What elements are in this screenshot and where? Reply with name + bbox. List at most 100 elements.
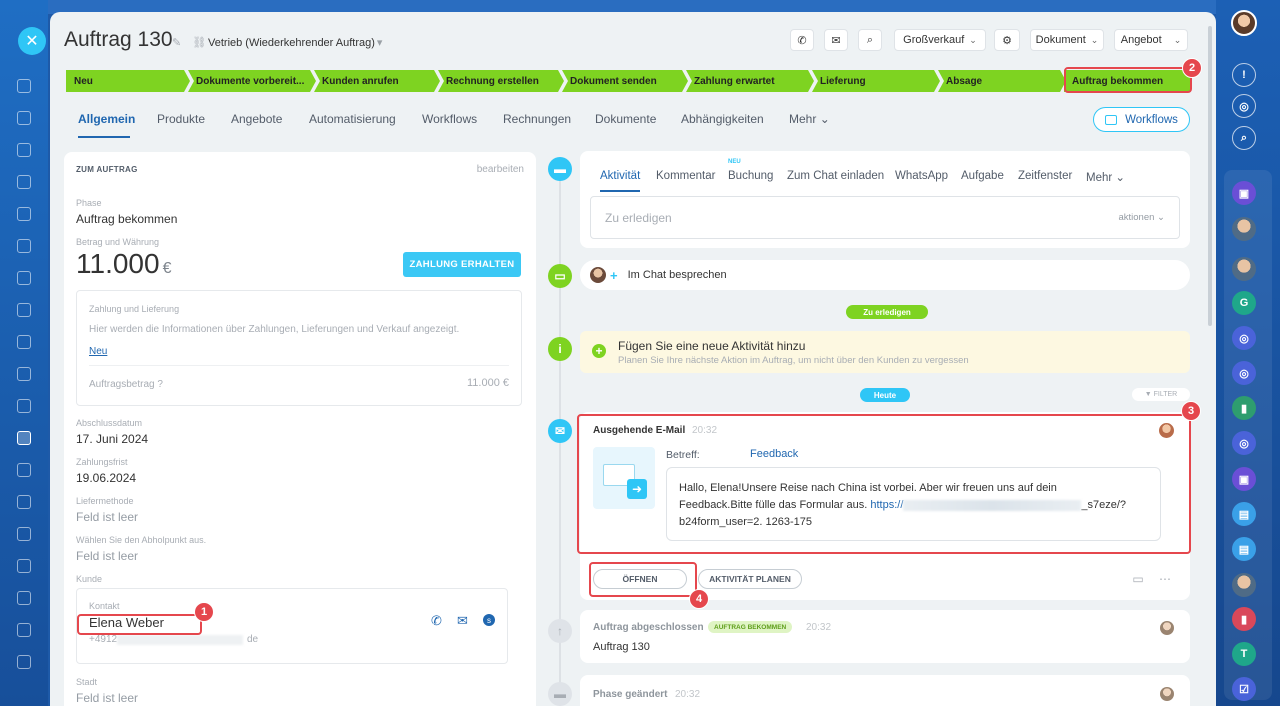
stage-zahlung[interactable]: Zahlung erwartet: [686, 70, 814, 92]
filter-icon: ▼: [1144, 391, 1152, 398]
card-icon[interactable]: ▤: [1232, 537, 1256, 561]
tab-abhaengigkeiten[interactable]: Abhängigkeiten: [681, 112, 764, 126]
menu-icon[interactable]: [0, 390, 48, 422]
menu-icon[interactable]: [0, 102, 48, 134]
channel-icon[interactable]: ◎: [1232, 326, 1256, 350]
contact-avatar[interactable]: [1232, 217, 1256, 241]
phase-value: Auftrag bekommen: [76, 212, 178, 226]
customer-label: Kunde: [76, 574, 103, 584]
tab-produkte[interactable]: Produkte: [157, 112, 205, 126]
stage-kunden-anrufen[interactable]: Kunden anrufen: [314, 70, 440, 92]
tab-aktivitaet[interactable]: Aktivität: [600, 170, 640, 182]
chat-discuss-row[interactable]: + Im Chat besprechen: [580, 260, 1190, 290]
arrow-up-icon: ↑: [548, 619, 572, 643]
menu-icon[interactable]: [0, 454, 48, 486]
messenger-icon[interactable]: s: [483, 614, 495, 626]
target-icon[interactable]: ◎: [1232, 94, 1256, 118]
page-title: Auftrag 130: [64, 28, 173, 51]
menu-icon[interactable]: [0, 486, 48, 518]
mail-icon[interactable]: ✉: [457, 613, 468, 629]
tab-workflows[interactable]: Workflows: [422, 112, 477, 126]
stage-dokument-senden[interactable]: Dokument senden: [562, 70, 688, 92]
menu-icon[interactable]: [0, 198, 48, 230]
menu-icon[interactable]: [0, 230, 48, 262]
plus-icon: +: [592, 344, 606, 358]
dokument-button[interactable]: Dokument ⌄: [1030, 29, 1104, 51]
todo-input[interactable]: Zu erledigen aktionen ⌄: [590, 196, 1180, 239]
add-activity-card[interactable]: + Fügen Sie eine neue Aktivität hinzu Pl…: [580, 331, 1190, 373]
close-icon[interactable]: ✕: [18, 27, 46, 55]
mail-icon[interactable]: ✉: [824, 29, 848, 51]
tab-automatisierung[interactable]: Automatisierung: [309, 112, 396, 126]
filter-button[interactable]: ▼ FILTER: [1132, 388, 1190, 401]
menu-icon[interactable]: [0, 518, 48, 550]
stage-rechnung[interactable]: Rechnung erstellen: [438, 70, 564, 92]
chat-icon[interactable]: ⌕: [858, 29, 882, 51]
checkbox-icon[interactable]: ☑: [1232, 677, 1256, 701]
workflows-button[interactable]: Workflows: [1093, 107, 1190, 132]
channel-icon[interactable]: ◎: [1232, 361, 1256, 385]
menu-icon[interactable]: [0, 262, 48, 294]
menu-icon[interactable]: [0, 550, 48, 582]
menu-icon[interactable]: [0, 294, 48, 326]
stage-lieferung[interactable]: Lieferung: [812, 70, 940, 92]
plan-activity-button[interactable]: AKTIVITÄT PLANEN: [698, 569, 802, 589]
scrollbar[interactable]: [1208, 26, 1212, 326]
stage-dokumente[interactable]: Dokumente vorbereit...: [188, 70, 316, 92]
gear-icon[interactable]: ⚙: [994, 29, 1020, 51]
channel-icon[interactable]: ◎: [1232, 431, 1256, 455]
payment-desc: Hier werden die Informationen über Zahlu…: [89, 324, 460, 335]
tab-kommentar[interactable]: Kommentar: [656, 170, 715, 182]
payment-new-link[interactable]: Neu: [89, 346, 107, 357]
tab-buchung[interactable]: Buchung: [728, 170, 773, 182]
chat-icon[interactable]: ▣: [1232, 181, 1256, 205]
search-icon[interactable]: ⌕: [1232, 126, 1256, 150]
contact-t[interactable]: T: [1232, 642, 1256, 666]
menu-icon[interactable]: [0, 646, 48, 678]
phase-label: Phase: [76, 198, 102, 208]
menu-icon[interactable]: [0, 166, 48, 198]
payment-received-button[interactable]: ZAHLUNG ERHALTEN: [403, 252, 521, 277]
lock-icon[interactable]: ▮: [1232, 396, 1256, 420]
angebot-button[interactable]: Angebot ⌄: [1114, 29, 1188, 51]
menu-icon[interactable]: [0, 614, 48, 646]
deal-closed-time: 20:32: [806, 622, 832, 633]
message-icon[interactable]: ▤: [1232, 502, 1256, 526]
tab-angebote[interactable]: Angebote: [231, 112, 282, 126]
more-icon[interactable]: ▭ ⋯: [1132, 572, 1177, 586]
tab-aufgabe[interactable]: Aufgabe: [961, 170, 1004, 182]
contact-g[interactable]: G: [1232, 291, 1256, 315]
tab-chat-einladen[interactable]: Zum Chat einladen: [787, 170, 884, 182]
menu-icon[interactable]: [0, 582, 48, 614]
tab-dokumente[interactable]: Dokumente: [595, 112, 656, 126]
lock-icon[interactable]: ▮: [1232, 607, 1256, 631]
phone-icon[interactable]: ✆: [790, 29, 814, 51]
tab-mehr[interactable]: Mehr ⌄: [789, 112, 830, 126]
category-selector[interactable]: Vetrieb (Wiederkehrender Auftrag) ▾: [208, 36, 382, 49]
crm-icon[interactable]: [0, 422, 48, 454]
group-avatar[interactable]: [1232, 257, 1256, 281]
stage-absage[interactable]: Absage: [938, 70, 1066, 92]
tab-zeitfenster[interactable]: Zeitfenster: [1018, 170, 1072, 182]
contact-avatar[interactable]: [1232, 573, 1256, 597]
tab-rechnungen[interactable]: Rechnungen: [503, 112, 571, 126]
actions-dropdown[interactable]: aktionen ⌄: [1118, 212, 1165, 223]
edit-link-icons[interactable]: ✎ ⛓: [172, 36, 210, 49]
user-avatar[interactable]: [1231, 10, 1257, 36]
tab-whatsapp[interactable]: WhatsApp: [895, 170, 948, 182]
menu-icon[interactable]: [0, 358, 48, 390]
chat-icon[interactable]: ▣: [1232, 467, 1256, 491]
phone-icon[interactable]: ✆: [431, 613, 442, 629]
menu-icon[interactable]: [0, 70, 48, 102]
menu-icon[interactable]: [0, 326, 48, 358]
menu-icon[interactable]: [0, 134, 48, 166]
edit-link[interactable]: bearbeiten: [477, 164, 524, 175]
bell-icon[interactable]: !: [1232, 63, 1256, 87]
tab-allgemein[interactable]: Allgemein: [78, 112, 135, 126]
help-icon[interactable]: ?: [157, 379, 163, 390]
plus-icon: +: [610, 267, 618, 283]
tab-mehr-activity[interactable]: Mehr ⌄: [1086, 170, 1125, 184]
stage-neu[interactable]: Neu: [66, 70, 190, 92]
grossverkauf-button[interactable]: Großverkauf ⌄: [894, 29, 986, 51]
phase-changed-card: Phase geändert 20:32: [580, 675, 1190, 706]
